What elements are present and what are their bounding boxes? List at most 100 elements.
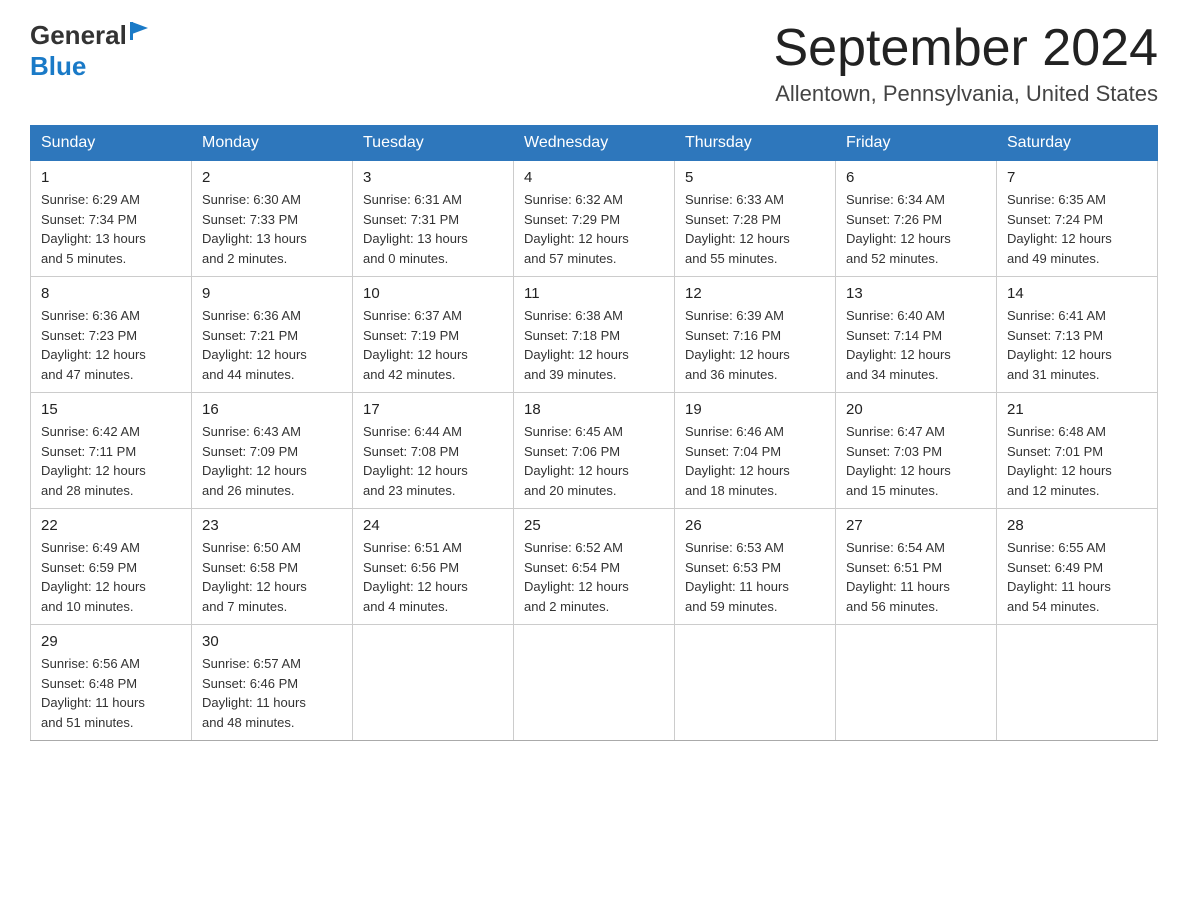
logo-blue-text: Blue xyxy=(30,51,86,81)
calendar-cell: 2 Sunrise: 6:30 AMSunset: 7:33 PMDaylight… xyxy=(192,161,353,277)
weekday-header-tuesday: Tuesday xyxy=(353,126,514,161)
day-info: Sunrise: 6:50 AMSunset: 6:58 PMDaylight:… xyxy=(202,538,342,616)
calendar-cell: 14 Sunrise: 6:41 AMSunset: 7:13 PMDayligh… xyxy=(997,277,1158,393)
calendar-week-row: 1 Sunrise: 6:29 AMSunset: 7:34 PMDaylight… xyxy=(31,161,1158,277)
day-number: 20 xyxy=(846,401,986,418)
calendar-cell: 16 Sunrise: 6:43 AMSunset: 7:09 PMDayligh… xyxy=(192,393,353,509)
logo: General Blue xyxy=(30,20,150,82)
calendar-cell: 23 Sunrise: 6:50 AMSunset: 6:58 PMDayligh… xyxy=(192,509,353,625)
calendar-week-row: 29 Sunrise: 6:56 AMSunset: 6:48 PMDayligh… xyxy=(31,625,1158,741)
location-subtitle: Allentown, Pennsylvania, United States xyxy=(774,81,1159,107)
calendar-cell: 10 Sunrise: 6:37 AMSunset: 7:19 PMDayligh… xyxy=(353,277,514,393)
day-info: Sunrise: 6:29 AMSunset: 7:34 PMDaylight:… xyxy=(41,190,181,268)
day-number: 6 xyxy=(846,169,986,186)
day-number: 23 xyxy=(202,517,342,534)
weekday-header-saturday: Saturday xyxy=(997,126,1158,161)
day-info: Sunrise: 6:45 AMSunset: 7:06 PMDaylight:… xyxy=(524,422,664,500)
day-number: 18 xyxy=(524,401,664,418)
day-number: 4 xyxy=(524,169,664,186)
weekday-header-wednesday: Wednesday xyxy=(514,126,675,161)
day-number: 14 xyxy=(1007,285,1147,302)
day-info: Sunrise: 6:33 AMSunset: 7:28 PMDaylight:… xyxy=(685,190,825,268)
weekday-header-sunday: Sunday xyxy=(31,126,192,161)
day-info: Sunrise: 6:36 AMSunset: 7:21 PMDaylight:… xyxy=(202,306,342,384)
day-number: 7 xyxy=(1007,169,1147,186)
day-number: 10 xyxy=(363,285,503,302)
day-info: Sunrise: 6:52 AMSunset: 6:54 PMDaylight:… xyxy=(524,538,664,616)
day-number: 21 xyxy=(1007,401,1147,418)
calendar-cell: 29 Sunrise: 6:56 AMSunset: 6:48 PMDayligh… xyxy=(31,625,192,741)
calendar-cell: 21 Sunrise: 6:48 AMSunset: 7:01 PMDayligh… xyxy=(997,393,1158,509)
logo-flag-icon xyxy=(128,20,150,42)
day-info: Sunrise: 6:32 AMSunset: 7:29 PMDaylight:… xyxy=(524,190,664,268)
calendar-week-row: 22 Sunrise: 6:49 AMSunset: 6:59 PMDayligh… xyxy=(31,509,1158,625)
day-number: 13 xyxy=(846,285,986,302)
calendar-cell: 28 Sunrise: 6:55 AMSunset: 6:49 PMDayligh… xyxy=(997,509,1158,625)
day-number: 27 xyxy=(846,517,986,534)
day-info: Sunrise: 6:38 AMSunset: 7:18 PMDaylight:… xyxy=(524,306,664,384)
calendar-week-row: 8 Sunrise: 6:36 AMSunset: 7:23 PMDaylight… xyxy=(31,277,1158,393)
calendar-cell: 19Sunrise: 6:46 AMSunset: 7:04 PMDayligh… xyxy=(675,393,836,509)
calendar-cell: 1 Sunrise: 6:29 AMSunset: 7:34 PMDaylight… xyxy=(31,161,192,277)
calendar-cell: 26 Sunrise: 6:53 AMSunset: 6:53 PMDayligh… xyxy=(675,509,836,625)
day-number: 25 xyxy=(524,517,664,534)
day-info: Sunrise: 6:35 AMSunset: 7:24 PMDaylight:… xyxy=(1007,190,1147,268)
day-number: 28 xyxy=(1007,517,1147,534)
day-number: 5 xyxy=(685,169,825,186)
calendar-cell xyxy=(514,625,675,741)
day-info: Sunrise: 6:43 AMSunset: 7:09 PMDaylight:… xyxy=(202,422,342,500)
day-number: 1 xyxy=(41,169,181,186)
day-number: 29 xyxy=(41,633,181,650)
day-number: 8 xyxy=(41,285,181,302)
calendar-cell: 6Sunrise: 6:34 AMSunset: 7:26 PMDaylight… xyxy=(836,161,997,277)
day-info: Sunrise: 6:31 AMSunset: 7:31 PMDaylight:… xyxy=(363,190,503,268)
day-info: Sunrise: 6:51 AMSunset: 6:56 PMDaylight:… xyxy=(363,538,503,616)
calendar-cell: 13 Sunrise: 6:40 AMSunset: 7:14 PMDayligh… xyxy=(836,277,997,393)
calendar-cell xyxy=(997,625,1158,741)
day-number: 26 xyxy=(685,517,825,534)
day-info: Sunrise: 6:40 AMSunset: 7:14 PMDaylight:… xyxy=(846,306,986,384)
calendar-cell: 20Sunrise: 6:47 AMSunset: 7:03 PMDayligh… xyxy=(836,393,997,509)
calendar-cell xyxy=(675,625,836,741)
title-area: September 2024 Allentown, Pennsylvania, … xyxy=(774,20,1159,107)
day-info: Sunrise: 6:36 AMSunset: 7:23 PMDaylight:… xyxy=(41,306,181,384)
day-number: 16 xyxy=(202,401,342,418)
day-info: Sunrise: 6:46 AMSunset: 7:04 PMDaylight:… xyxy=(685,422,825,500)
day-number: 24 xyxy=(363,517,503,534)
day-number: 2 xyxy=(202,169,342,186)
day-info: Sunrise: 6:54 AMSunset: 6:51 PMDaylight:… xyxy=(846,538,986,616)
day-info: Sunrise: 6:44 AMSunset: 7:08 PMDaylight:… xyxy=(363,422,503,500)
day-info: Sunrise: 6:53 AMSunset: 6:53 PMDaylight:… xyxy=(685,538,825,616)
calendar-cell: 22 Sunrise: 6:49 AMSunset: 6:59 PMDayligh… xyxy=(31,509,192,625)
calendar-cell: 9 Sunrise: 6:36 AMSunset: 7:21 PMDaylight… xyxy=(192,277,353,393)
day-number: 15 xyxy=(41,401,181,418)
weekday-header-friday: Friday xyxy=(836,126,997,161)
day-info: Sunrise: 6:48 AMSunset: 7:01 PMDaylight:… xyxy=(1007,422,1147,500)
calendar-cell: 11Sunrise: 6:38 AMSunset: 7:18 PMDayligh… xyxy=(514,277,675,393)
month-year-title: September 2024 xyxy=(774,20,1159,77)
calendar-cell: 24 Sunrise: 6:51 AMSunset: 6:56 PMDayligh… xyxy=(353,509,514,625)
day-number: 22 xyxy=(41,517,181,534)
calendar-table: SundayMondayTuesdayWednesdayThursdayFrid… xyxy=(30,125,1158,741)
day-number: 12 xyxy=(685,285,825,302)
day-info: Sunrise: 6:55 AMSunset: 6:49 PMDaylight:… xyxy=(1007,538,1147,616)
page-header: General Blue September 2024 Allentown, P… xyxy=(30,20,1158,107)
calendar-cell: 15 Sunrise: 6:42 AMSunset: 7:11 PMDayligh… xyxy=(31,393,192,509)
day-info: Sunrise: 6:41 AMSunset: 7:13 PMDaylight:… xyxy=(1007,306,1147,384)
calendar-cell: 5 Sunrise: 6:33 AMSunset: 7:28 PMDaylight… xyxy=(675,161,836,277)
calendar-cell: 18 Sunrise: 6:45 AMSunset: 7:06 PMDayligh… xyxy=(514,393,675,509)
day-info: Sunrise: 6:37 AMSunset: 7:19 PMDaylight:… xyxy=(363,306,503,384)
calendar-cell: 30Sunrise: 6:57 AMSunset: 6:46 PMDayligh… xyxy=(192,625,353,741)
weekday-header-row: SundayMondayTuesdayWednesdayThursdayFrid… xyxy=(31,126,1158,161)
logo-general-text: General xyxy=(30,20,127,51)
day-info: Sunrise: 6:39 AMSunset: 7:16 PMDaylight:… xyxy=(685,306,825,384)
day-info: Sunrise: 6:56 AMSunset: 6:48 PMDaylight:… xyxy=(41,654,181,732)
day-info: Sunrise: 6:30 AMSunset: 7:33 PMDaylight:… xyxy=(202,190,342,268)
day-number: 9 xyxy=(202,285,342,302)
calendar-cell: 25 Sunrise: 6:52 AMSunset: 6:54 PMDayligh… xyxy=(514,509,675,625)
calendar-cell: 7 Sunrise: 6:35 AMSunset: 7:24 PMDaylight… xyxy=(997,161,1158,277)
calendar-cell: 17Sunrise: 6:44 AMSunset: 7:08 PMDayligh… xyxy=(353,393,514,509)
day-info: Sunrise: 6:49 AMSunset: 6:59 PMDaylight:… xyxy=(41,538,181,616)
weekday-header-thursday: Thursday xyxy=(675,126,836,161)
day-info: Sunrise: 6:42 AMSunset: 7:11 PMDaylight:… xyxy=(41,422,181,500)
